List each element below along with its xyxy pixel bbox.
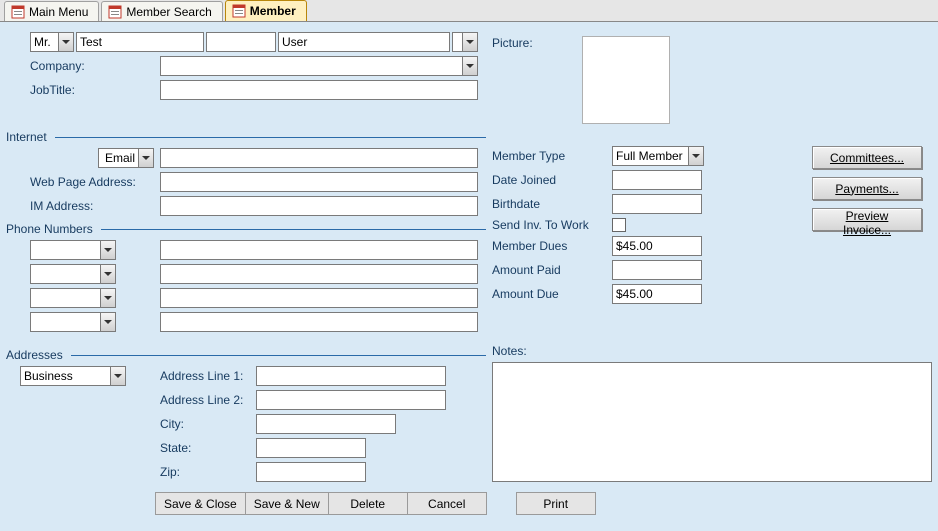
member-dues-input[interactable] bbox=[612, 236, 702, 256]
save-close-button[interactable]: Save & Close bbox=[155, 492, 246, 515]
phone1-type-combo[interactable] bbox=[30, 240, 116, 260]
notes-textarea[interactable] bbox=[492, 362, 932, 482]
chevron-down-icon[interactable] bbox=[100, 240, 116, 260]
bottom-button-bar: Save & Close Save & New Delete Cancel Pr… bbox=[155, 492, 932, 515]
addr1-input[interactable] bbox=[256, 366, 446, 386]
chevron-down-icon[interactable] bbox=[100, 288, 116, 308]
date-joined-input[interactable] bbox=[612, 170, 702, 190]
tab-member[interactable]: Member bbox=[225, 0, 307, 21]
addresses-section-label: Addresses bbox=[6, 348, 63, 362]
tab-label: Member bbox=[250, 4, 296, 18]
birthdate-input[interactable] bbox=[612, 194, 702, 214]
email-type-combo[interactable] bbox=[98, 148, 154, 168]
phone4-input[interactable] bbox=[160, 312, 478, 332]
member-type-input[interactable] bbox=[612, 146, 688, 166]
send-inv-label: Send Inv. To Work bbox=[492, 218, 612, 232]
phone2-type-combo[interactable] bbox=[30, 264, 116, 284]
im-input[interactable] bbox=[160, 196, 478, 216]
first-name-input[interactable] bbox=[76, 32, 204, 52]
company-label: Company: bbox=[30, 59, 160, 73]
state-input[interactable] bbox=[256, 438, 366, 458]
tab-main-menu[interactable]: Main Menu bbox=[4, 1, 99, 21]
section-divider bbox=[55, 137, 486, 138]
amount-due-input[interactable] bbox=[612, 284, 702, 304]
cancel-button[interactable]: Cancel bbox=[407, 492, 487, 515]
company-combo[interactable] bbox=[160, 56, 478, 76]
city-input[interactable] bbox=[256, 414, 396, 434]
amount-paid-input[interactable] bbox=[612, 260, 702, 280]
delete-button[interactable]: Delete bbox=[328, 492, 408, 515]
suffix-input[interactable] bbox=[452, 32, 462, 52]
tab-member-search[interactable]: Member Search bbox=[101, 1, 222, 21]
chevron-down-icon[interactable] bbox=[462, 32, 478, 52]
address-type-combo[interactable] bbox=[20, 366, 150, 386]
amount-due-label: Amount Due bbox=[492, 287, 612, 301]
phone4-type-combo[interactable] bbox=[30, 312, 116, 332]
chevron-down-icon[interactable] bbox=[688, 146, 704, 166]
addr2-label: Address Line 2: bbox=[160, 393, 256, 407]
prefix-combo[interactable] bbox=[30, 32, 74, 52]
middle-name-input[interactable] bbox=[206, 32, 276, 52]
picture-box[interactable] bbox=[582, 36, 670, 124]
zip-input[interactable] bbox=[256, 462, 366, 482]
email-type-input[interactable] bbox=[98, 148, 138, 168]
section-divider bbox=[101, 229, 486, 230]
phone1-type[interactable] bbox=[30, 240, 100, 260]
chevron-down-icon[interactable] bbox=[110, 366, 126, 386]
phone3-input[interactable] bbox=[160, 288, 478, 308]
print-button[interactable]: Print bbox=[516, 492, 596, 515]
city-label: City: bbox=[160, 417, 256, 431]
committees-button[interactable]: Committees... bbox=[812, 146, 922, 169]
tab-strip: Main Menu Member Search Member bbox=[0, 0, 938, 22]
state-label: State: bbox=[160, 441, 256, 455]
member-dues-label: Member Dues bbox=[492, 239, 612, 253]
amount-paid-label: Amount Paid bbox=[492, 263, 612, 277]
preview-invoice-button[interactable]: Preview Invoice... bbox=[812, 208, 922, 231]
send-inv-checkbox[interactable] bbox=[612, 218, 626, 232]
phone2-input[interactable] bbox=[160, 264, 478, 284]
addr2-input[interactable] bbox=[256, 390, 446, 410]
chevron-down-icon[interactable] bbox=[138, 148, 154, 168]
chevron-down-icon[interactable] bbox=[100, 312, 116, 332]
phone2-type[interactable] bbox=[30, 264, 100, 284]
date-joined-label: Date Joined bbox=[492, 173, 612, 187]
tab-label: Main Menu bbox=[29, 5, 88, 19]
phone4-type[interactable] bbox=[30, 312, 100, 332]
payments-button[interactable]: Payments... bbox=[812, 177, 922, 200]
phone3-type-combo[interactable] bbox=[30, 288, 116, 308]
jobtitle-label: JobTitle: bbox=[30, 83, 160, 97]
phone1-input[interactable] bbox=[160, 240, 478, 260]
save-new-button[interactable]: Save & New bbox=[245, 492, 329, 515]
form-icon bbox=[232, 4, 246, 18]
webpage-input[interactable] bbox=[160, 172, 478, 192]
prefix-input[interactable] bbox=[30, 32, 58, 52]
email-input[interactable] bbox=[160, 148, 478, 168]
im-label: IM Address: bbox=[30, 199, 160, 213]
picture-label: Picture: bbox=[492, 36, 582, 124]
chevron-down-icon[interactable] bbox=[462, 56, 478, 76]
company-input[interactable] bbox=[160, 56, 462, 76]
form-icon bbox=[108, 5, 122, 19]
member-type-label: Member Type bbox=[492, 149, 612, 163]
chevron-down-icon[interactable] bbox=[58, 32, 74, 52]
tab-label: Member Search bbox=[126, 5, 211, 19]
webpage-label: Web Page Address: bbox=[30, 175, 160, 189]
address-type-input[interactable] bbox=[20, 366, 110, 386]
phone3-type[interactable] bbox=[30, 288, 100, 308]
suffix-combo[interactable] bbox=[452, 32, 478, 52]
form-icon bbox=[11, 5, 25, 19]
member-type-combo[interactable] bbox=[612, 146, 704, 166]
last-name-input[interactable] bbox=[278, 32, 450, 52]
jobtitle-input[interactable] bbox=[160, 80, 478, 100]
birthdate-label: Birthdate bbox=[492, 197, 612, 211]
chevron-down-icon[interactable] bbox=[100, 264, 116, 284]
notes-label: Notes: bbox=[492, 344, 527, 358]
phones-section-label: Phone Numbers bbox=[6, 222, 93, 236]
internet-section-label: Internet bbox=[6, 130, 47, 144]
section-divider bbox=[71, 355, 486, 356]
addr1-label: Address Line 1: bbox=[160, 369, 256, 383]
zip-label: Zip: bbox=[160, 465, 256, 479]
